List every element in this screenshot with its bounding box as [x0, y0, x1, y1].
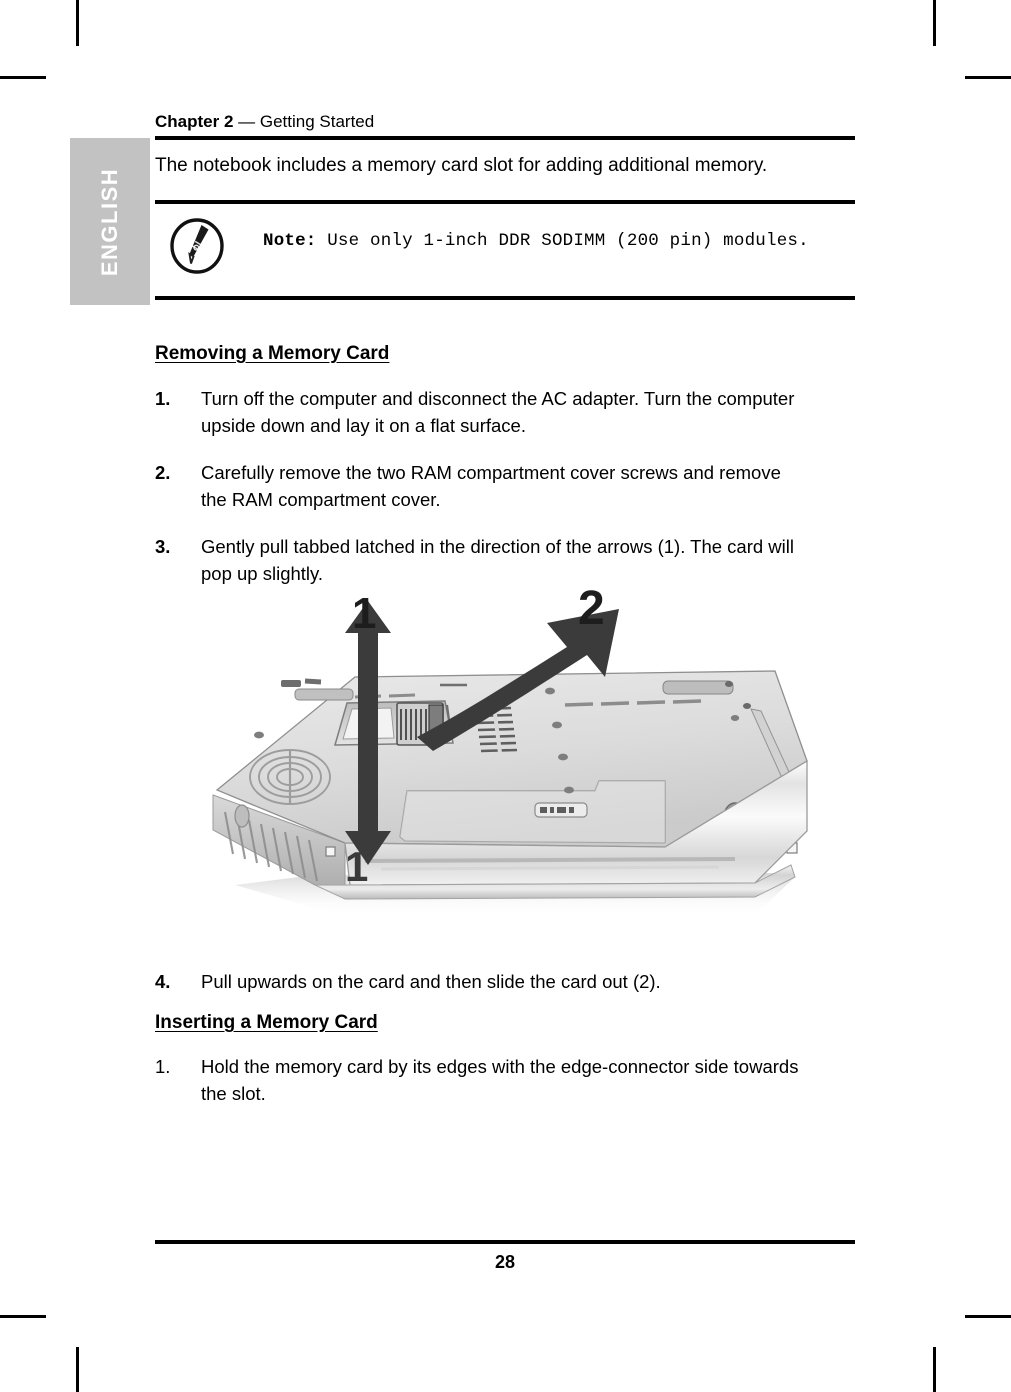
crop-mark-bottom-left-vertical	[76, 1347, 79, 1392]
note-text-line: Note: Use only 1-inch DDR SODIMM (200 pi…	[263, 231, 809, 251]
figure-callout-label-2: 2	[578, 582, 605, 635]
language-tab: ENGLISH	[70, 138, 150, 305]
note-top-rule	[155, 200, 855, 204]
crop-mark-top-right-vertical	[933, 0, 936, 46]
crop-mark-top-left-horizontal	[0, 76, 46, 79]
step-number: 1.	[155, 388, 171, 409]
step-text: Hold the memory card by its edges with t…	[201, 1056, 799, 1104]
chapter-title: Getting Started	[259, 112, 375, 131]
heading-removing-a-memory-card: Removing a Memory Card	[155, 343, 390, 364]
step-text: Gently pull tabbed latched in the direct…	[201, 536, 794, 584]
figure-callout-label-1-bottom: 1	[345, 843, 369, 890]
step-item: 4. Pull upwards on the card and then sli…	[155, 968, 855, 995]
step-number: 2.	[155, 462, 171, 483]
step-item: 1. Hold the memory card by its edges wit…	[155, 1053, 855, 1107]
step-text: Pull upwards on the card and then slide …	[201, 971, 661, 992]
notebook-underside-memory-slot-diagram: .	[195, 585, 820, 960]
step-item: 1. Turn off the computer and disconnect …	[155, 385, 855, 439]
note-bottom-rule	[155, 296, 855, 300]
crop-mark-top-right-horizontal	[965, 76, 1011, 79]
heading-inserting-a-memory-card: Inserting a Memory Card	[155, 1012, 378, 1033]
document-page: ENGLISH Chapter 2 — Getting Started The …	[0, 0, 1011, 1392]
intro-paragraph: The notebook includes a memory card slot…	[155, 155, 768, 176]
step-text: Carefully remove the two RAM compartment…	[201, 462, 781, 510]
header-rule	[155, 136, 855, 140]
pen-note-icon	[167, 216, 227, 276]
crop-mark-bottom-right-vertical	[933, 1347, 936, 1392]
step-item: 3. Gently pull tabbed latched in the dir…	[155, 533, 855, 587]
figure-callout-label-1-top: 1	[352, 589, 377, 638]
chapter-dash: —	[233, 112, 260, 131]
page-number: 28	[494, 1252, 516, 1272]
note-callout: Note: Use only 1-inch DDR SODIMM (200 pi…	[155, 212, 855, 292]
step-item: 2. Carefully remove the two RAM compartm…	[155, 459, 855, 513]
step-text: Turn off the computer and disconnect the…	[201, 388, 795, 436]
chapter-running-head: Chapter 2 — Getting Started	[155, 112, 374, 132]
crop-mark-top-left-vertical	[76, 0, 79, 46]
language-tab-label: ENGLISH	[97, 167, 122, 276]
step-number: 4.	[155, 971, 171, 992]
note-label: Note:	[263, 231, 317, 251]
note-body: Use only 1-inch DDR SODIMM (200 pin) mod…	[316, 231, 809, 251]
footer-rule	[155, 1240, 855, 1244]
crop-mark-bottom-right-horizontal	[965, 1315, 1011, 1318]
crop-mark-bottom-left-horizontal	[0, 1315, 46, 1318]
step-number: 3.	[155, 536, 171, 557]
chapter-number: Chapter 2	[155, 112, 234, 131]
step-number: 1.	[155, 1056, 171, 1077]
